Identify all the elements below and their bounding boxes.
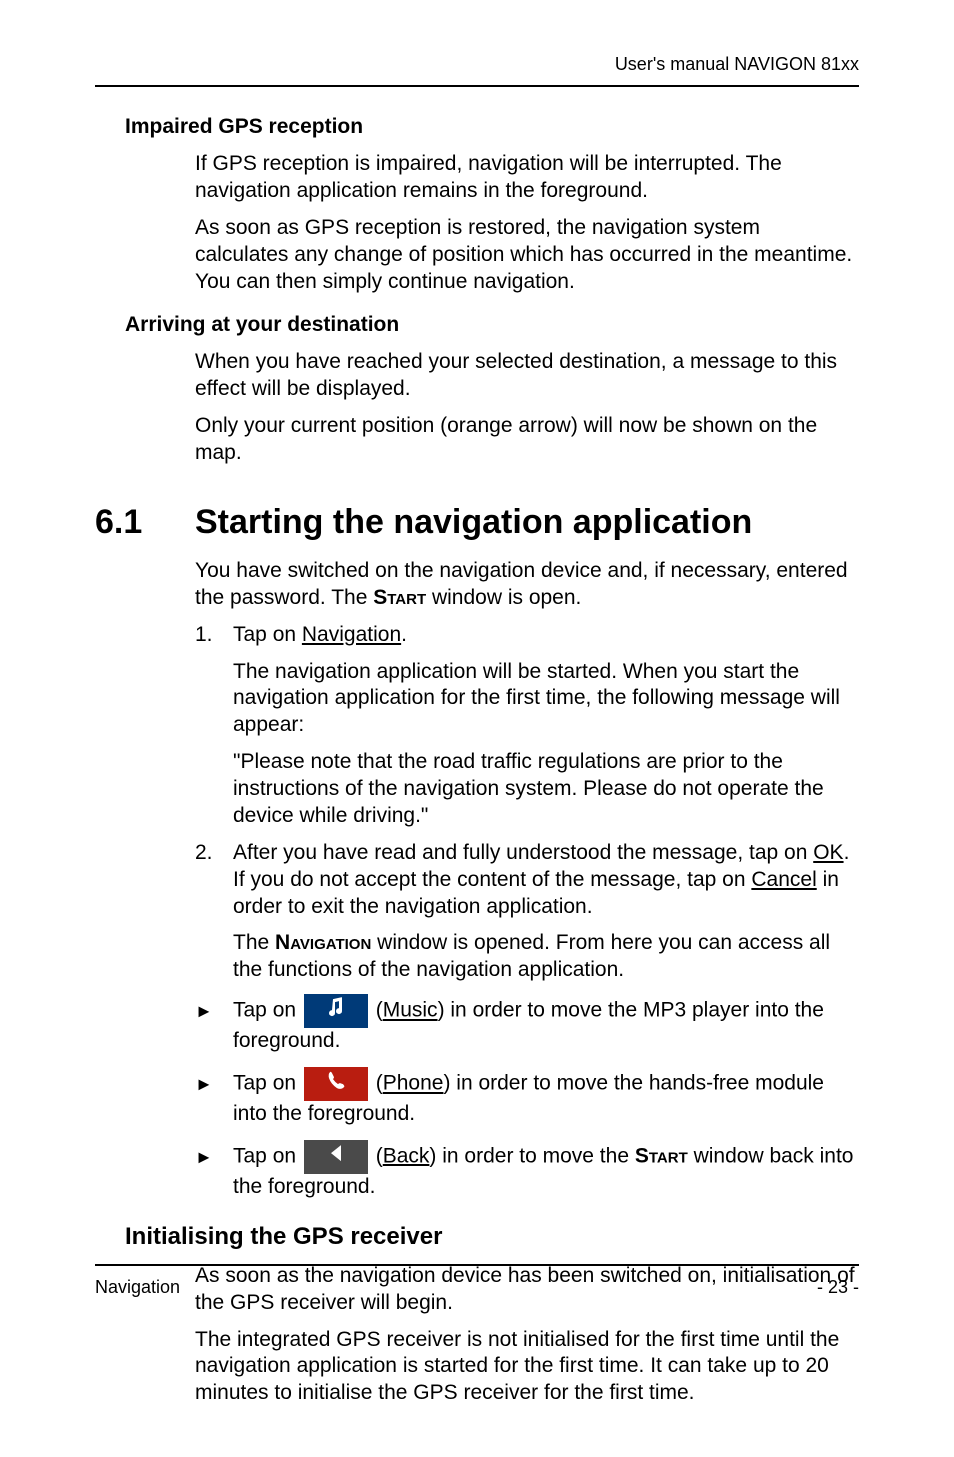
bullet-marker-2: ► xyxy=(195,1067,233,1096)
bullet-phone-text: Tap on (Phone) in order to move the hand… xyxy=(233,1067,859,1128)
arriving-para-1: When you have reached your selected dest… xyxy=(195,349,859,403)
start-window-label: Start xyxy=(373,586,426,609)
bullet-marker-1: ► xyxy=(195,994,233,1023)
footer-right: - 23 - xyxy=(817,1277,859,1298)
heading-arriving: Arriving at your destination xyxy=(125,313,859,337)
step-1-text: Tap on Navigation. xyxy=(233,622,859,649)
bullet-music-text: Tap on (Music) in order to move the MP3 … xyxy=(233,994,859,1055)
back-icon[interactable] xyxy=(304,1140,368,1174)
footer: Navigation - 23 - xyxy=(95,1277,859,1298)
init-gps-para-2: The integrated GPS receiver is not initi… xyxy=(195,1327,859,1408)
running-header: User's manual NAVIGON 81xx xyxy=(95,54,859,75)
step-2: 2. After you have read and fully underst… xyxy=(195,840,859,921)
music-link[interactable]: Music xyxy=(383,999,438,1022)
step-2-number: 2. xyxy=(195,840,233,921)
intro-text-c: window is open. xyxy=(426,586,581,609)
header-rule xyxy=(95,85,859,87)
step-2-sub-a: The xyxy=(233,931,275,954)
cancel-link[interactable]: Cancel xyxy=(751,868,816,891)
back-link[interactable]: Back xyxy=(383,1144,430,1167)
phone-icon[interactable] xyxy=(304,1067,368,1101)
paren-3: ( xyxy=(370,1144,383,1167)
step-1-pre: Tap on xyxy=(233,623,302,646)
paren-1: ( xyxy=(370,999,383,1022)
bullet-back-pre: Tap on xyxy=(233,1144,302,1167)
bullet-marker-3: ► xyxy=(195,1140,233,1169)
step-1-number: 1. xyxy=(195,622,233,649)
step-2-text: After you have read and fully understood… xyxy=(233,840,859,921)
bullet-back: ► Tap on (Back) in order to move the Sta… xyxy=(195,1140,859,1201)
phone-link[interactable]: Phone xyxy=(383,1072,444,1095)
step-1-sub-2: "Please note that the road traffic regul… xyxy=(233,749,859,830)
impaired-gps-para-2: As soon as GPS reception is restored, th… xyxy=(195,215,859,296)
bullet-music: ► Tap on (Music) in order to move the MP… xyxy=(195,994,859,1055)
heading-6-1-title: Starting the navigation application xyxy=(195,503,752,542)
bullet-back-post-a: ) in order to move the xyxy=(429,1144,634,1167)
impaired-gps-para-1: If GPS reception is impaired, navigation… xyxy=(195,151,859,205)
bullet-phone-pre: Tap on xyxy=(233,1072,302,1095)
navigation-window-label: Navigation xyxy=(275,931,371,954)
footer-left: Navigation xyxy=(95,1277,180,1298)
step-1-sub-1: The navigation application will be start… xyxy=(233,659,859,740)
bullet-music-pre: Tap on xyxy=(233,999,302,1022)
ok-link[interactable]: OK xyxy=(813,841,843,864)
navigation-link[interactable]: Navigation xyxy=(302,623,401,646)
heading-impaired-gps: Impaired GPS reception xyxy=(125,115,859,139)
start-window-label-2: Start xyxy=(635,1144,688,1167)
heading-6-1-number: 6.1 xyxy=(95,503,195,542)
heading-initialising-gps: Initialising the GPS receiver xyxy=(125,1223,859,1251)
heading-6-1: 6.1 Starting the navigation application xyxy=(95,503,859,542)
bullet-phone: ► Tap on (Phone) in order to move the ha… xyxy=(195,1067,859,1128)
bullet-back-text: Tap on (Back) in order to move the Start… xyxy=(233,1140,859,1201)
arriving-para-2: Only your current position (orange arrow… xyxy=(195,413,859,467)
step-2-sub: The Navigation window is opened. From he… xyxy=(233,930,859,984)
step-1: 1. Tap on Navigation. xyxy=(195,622,859,649)
footer-rule xyxy=(95,1264,859,1266)
step-2-a: After you have read and fully understood… xyxy=(233,841,813,864)
paren-2: ( xyxy=(370,1072,383,1095)
step-1-post: . xyxy=(401,623,407,646)
music-icon[interactable] xyxy=(304,994,368,1028)
intro-para: You have switched on the navigation devi… xyxy=(195,558,859,612)
